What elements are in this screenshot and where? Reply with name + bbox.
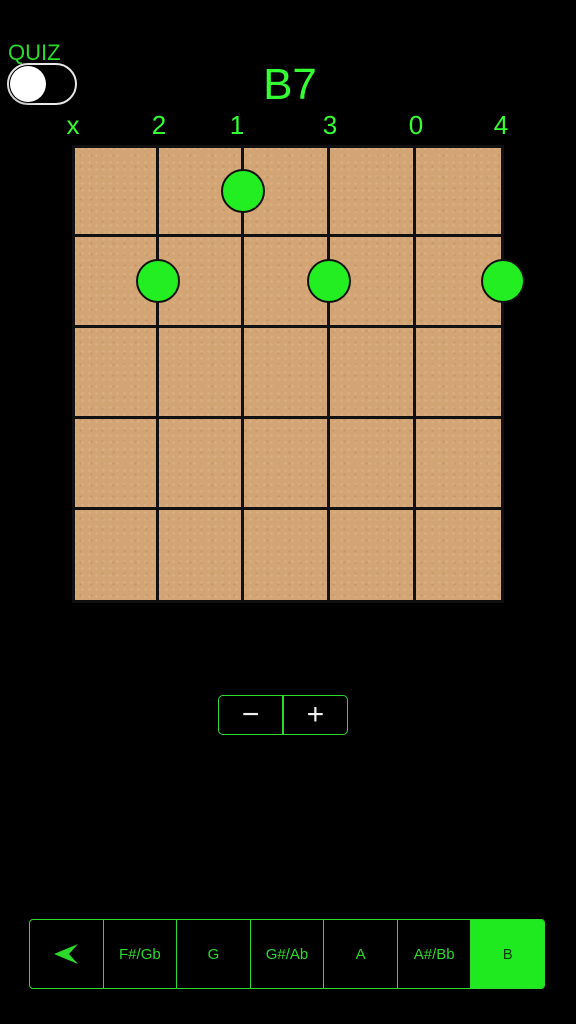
fretboard[interactable] xyxy=(72,145,525,603)
finger-dot xyxy=(135,259,180,303)
string-line xyxy=(72,145,75,603)
key-b[interactable]: B xyxy=(470,920,544,988)
finger-label-string-1: x xyxy=(66,110,80,140)
key-g[interactable]: G xyxy=(176,920,250,988)
increment-button[interactable]: + xyxy=(284,696,347,734)
finger-dot xyxy=(480,259,525,303)
key-g-sharp[interactable]: G#/Ab xyxy=(249,920,324,988)
finger-dot xyxy=(220,169,265,213)
fret-line xyxy=(72,600,504,603)
fret-line xyxy=(72,507,504,510)
stepper: − + xyxy=(218,695,348,735)
finger-label-string-4: 3 xyxy=(322,110,338,140)
string-line xyxy=(156,145,159,603)
fret-line xyxy=(72,325,504,328)
key-selector-bar: F#/Gb G G#/Ab A A#/Bb B xyxy=(29,919,545,989)
chord-name: B7 xyxy=(263,60,317,109)
decrement-button[interactable]: − xyxy=(219,696,282,734)
finger-label-string-6: 4 xyxy=(493,110,509,140)
finger-label-string-2: 2 xyxy=(151,110,167,140)
key-f-sharp[interactable]: F#/Gb xyxy=(102,920,177,988)
finger-dot xyxy=(306,259,351,303)
finger-label-string-3: 1 xyxy=(229,110,245,140)
key-a-sharp[interactable]: A#/Bb xyxy=(396,920,471,988)
fret-line xyxy=(72,234,504,237)
left-arrow-icon xyxy=(54,944,79,964)
back-button[interactable] xyxy=(30,920,103,988)
string-line xyxy=(413,145,416,603)
string-line xyxy=(327,145,330,603)
key-a[interactable]: A xyxy=(323,920,397,988)
finger-label-string-5: 0 xyxy=(408,110,424,140)
string-line xyxy=(241,145,244,603)
fret-line xyxy=(72,145,504,148)
string-line xyxy=(501,145,504,603)
fret-line xyxy=(72,416,504,419)
